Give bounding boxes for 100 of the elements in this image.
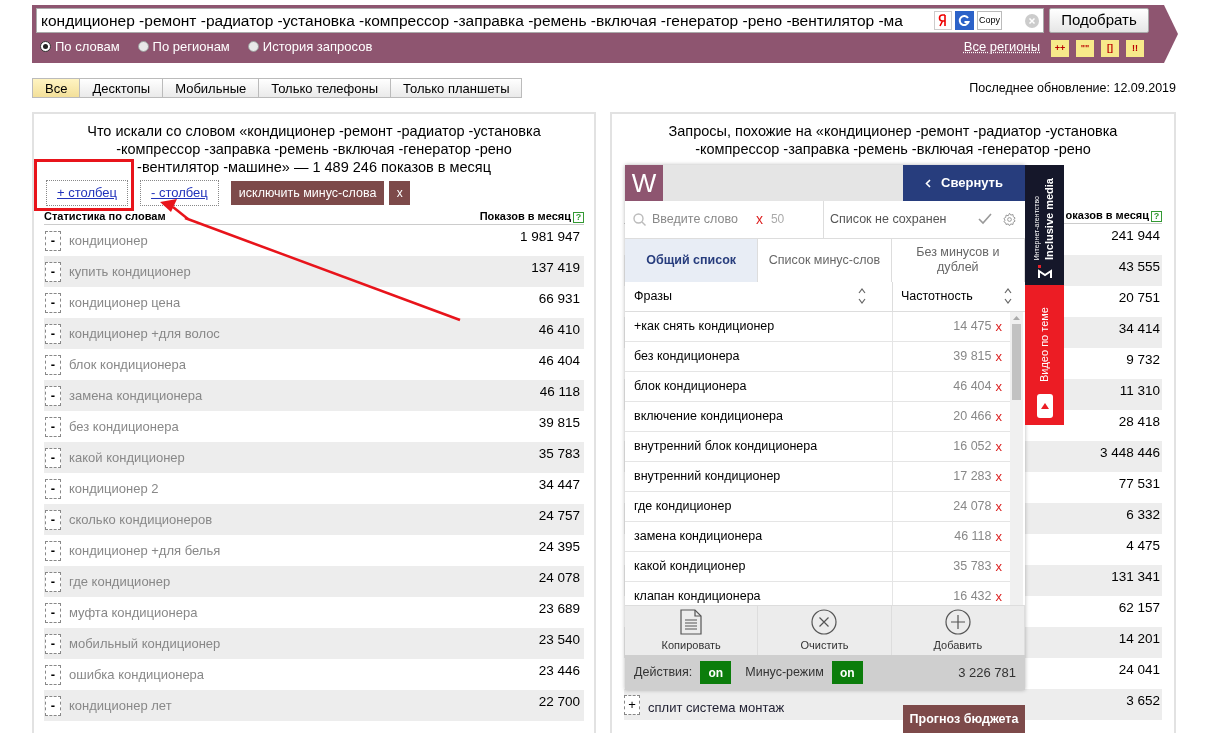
phrase-cell: внутренний блок кондиционера	[625, 431, 893, 461]
remove-button[interactable]: x	[995, 431, 1002, 461]
add-column-link[interactable]: + столбец	[46, 180, 129, 206]
phrase-cell[interactable]: кондиционер 2	[69, 478, 159, 499]
check-icon[interactable]	[978, 213, 992, 226]
word-search-field[interactable]: Введите слово x 50	[625, 201, 824, 238]
phrase-cell[interactable]: купить кондиционер	[69, 261, 191, 282]
device-tab[interactable]: Только планшеты	[390, 78, 523, 98]
operator-button[interactable]: !!	[1126, 40, 1144, 57]
device-tab[interactable]: Все	[32, 78, 81, 98]
phrase-cell[interactable]: блок кондиционера	[69, 354, 187, 375]
count-cell-text: 34 447	[538, 476, 580, 495]
phrase-cell[interactable]: кондиционер +для волос	[69, 323, 220, 344]
sort-icon[interactable]	[1003, 287, 1013, 306]
remove-button[interactable]: x	[995, 311, 1002, 341]
phrase-cell: +как снять кондиционер	[625, 311, 893, 341]
radio-button[interactable]	[40, 41, 51, 52]
device-tab[interactable]: Мобильные	[162, 78, 260, 98]
count-cell-text: 20 466	[952, 407, 992, 425]
row-action-button[interactable]: -	[45, 633, 61, 654]
scrollbar-thumb[interactable]	[1012, 323, 1021, 400]
radio-button[interactable]	[247, 41, 259, 52]
list-tab[interactable]: Общий список	[625, 238, 759, 282]
remove-button[interactable]: x	[995, 551, 1002, 581]
toggle-button[interactable]: on	[700, 661, 732, 685]
phrase-cell[interactable]: без кондиционера	[69, 416, 179, 437]
video-banner[interactable]: Видео по теме	[1025, 285, 1064, 425]
radio-label[interactable]: По регионам	[152, 36, 230, 57]
operator-button[interactable]: ++	[1051, 40, 1069, 57]
row-action-button[interactable]: -	[45, 323, 61, 344]
regions-link[interactable]: Все регионы	[963, 36, 1040, 57]
row-action-button[interactable]: +	[624, 694, 640, 715]
phrase-cell[interactable]: сколько кондиционеров	[69, 509, 213, 530]
letter-badge-icon[interactable]	[934, 11, 952, 30]
row-action-button[interactable]: -	[45, 292, 61, 313]
count-cell-text: 4 475	[1126, 537, 1160, 556]
collapse-button[interactable]: Свернуть	[903, 165, 1025, 201]
remove-button[interactable]: x	[995, 581, 1002, 606]
row-action-button[interactable]: -	[45, 602, 61, 623]
phrase-cell: какой кондиционер	[625, 551, 893, 581]
remove-button[interactable]: x	[995, 401, 1002, 431]
phrase-cell[interactable]: ошибка кондиционера	[69, 664, 205, 685]
row-action-button[interactable]: -	[45, 540, 61, 561]
submit-button[interactable]: Подобрать	[1049, 8, 1149, 33]
phrase-cell[interactable]: замена кондиционера	[69, 385, 203, 406]
row-action-button[interactable]: -	[45, 416, 61, 437]
count-cell-text: 22 700	[538, 693, 580, 712]
sort-icon[interactable]	[857, 287, 867, 306]
radio-label[interactable]: История запросов	[262, 36, 373, 57]
remove-button[interactable]: x	[995, 371, 1002, 401]
search-field[interactable]: кондиционер -ремонт -радиатор -установка -компрессор -заправка -ремень -включая -генератор -рено -вентилятор -ма Copy	[36, 8, 1044, 33]
search-value: кондиционер -ремонт -радиатор -установка -компрессор -заправка -ремень -включая -генератор -рено -вентилятор -ма	[41, 10, 904, 31]
phrase-cell[interactable]: кондиционер +для белья	[69, 540, 221, 561]
count-cell-text: 66 931	[538, 290, 580, 309]
row-action-button[interactable]: -	[45, 571, 61, 592]
budget-forecast-button[interactable]: Прогноз бюджета	[903, 705, 1025, 733]
remove-button[interactable]: x	[995, 341, 1002, 371]
row-action-button[interactable]: -	[45, 354, 61, 375]
list-tab[interactable]: Список минус-слов	[758, 238, 892, 282]
device-tab[interactable]: Десктопы	[79, 78, 164, 98]
row-action-button[interactable]: -	[45, 509, 61, 530]
phrase-cell[interactable]: кондиционер лет	[69, 695, 172, 716]
phrase-cell[interactable]: сплит система монтаж	[648, 697, 785, 718]
remove-button[interactable]: x	[995, 491, 1002, 521]
phrase-cell[interactable]: мобильный кондиционер	[69, 633, 221, 654]
row-action-button[interactable]: -	[45, 695, 61, 716]
exclude-minus-words-button[interactable]: исключить минус-слова	[230, 181, 385, 205]
remove-button[interactable]: x	[995, 461, 1002, 491]
scrollbar[interactable]	[1010, 311, 1023, 606]
app-logo: W	[625, 165, 663, 201]
toggle-button[interactable]: on	[831, 661, 863, 685]
phrase-cell[interactable]: муфта кондиционера	[69, 602, 198, 623]
help-icon[interactable]: ?	[573, 212, 584, 223]
phrase-cell: внутренний кондиционер	[625, 461, 893, 491]
close-button[interactable]: x	[389, 181, 411, 205]
phrase-cell[interactable]: какой кондиционер	[69, 447, 185, 468]
copy-button[interactable]: Copy	[977, 11, 1002, 30]
settings-icon[interactable]	[1002, 211, 1017, 227]
operator-button[interactable]: []	[1101, 40, 1119, 57]
row-action-button[interactable]: -	[45, 261, 61, 282]
radio-button[interactable]	[137, 41, 149, 52]
row-action-button[interactable]: -	[45, 385, 61, 406]
device-tab[interactable]: Только телефоны	[258, 78, 391, 98]
search-placeholder: Введите слово	[652, 211, 738, 228]
panel-title: Что искали со словом «кондиционер -ремонт -радиатор -установка -компрессор -заправка -ремень -включая -генератор -рено -вентилятор -машине» — 1 489 246 показов в месяц	[86, 122, 542, 176]
letter-badge-icon[interactable]	[955, 11, 974, 30]
row-action-button[interactable]: -	[45, 478, 61, 499]
list-tab[interactable]: Без минусов и дублей	[891, 238, 1025, 282]
count-cell-text: 16 052	[952, 437, 992, 455]
row-action-button[interactable]: -	[45, 230, 61, 251]
remove-button[interactable]: x	[995, 521, 1002, 551]
row-action-button[interactable]: -	[45, 447, 61, 468]
clear-button[interactable]: x	[755, 208, 763, 230]
help-icon[interactable]: ?	[1151, 211, 1162, 222]
operator-button[interactable]: ""	[1076, 40, 1094, 57]
phrase-cell[interactable]: кондиционер	[69, 230, 148, 251]
row-action-button[interactable]: -	[45, 664, 61, 685]
phrase-cell[interactable]: кондиционер цена	[69, 292, 181, 313]
phrase-cell[interactable]: где кондиционер	[69, 571, 171, 592]
radio-label[interactable]: По словам	[55, 36, 120, 57]
